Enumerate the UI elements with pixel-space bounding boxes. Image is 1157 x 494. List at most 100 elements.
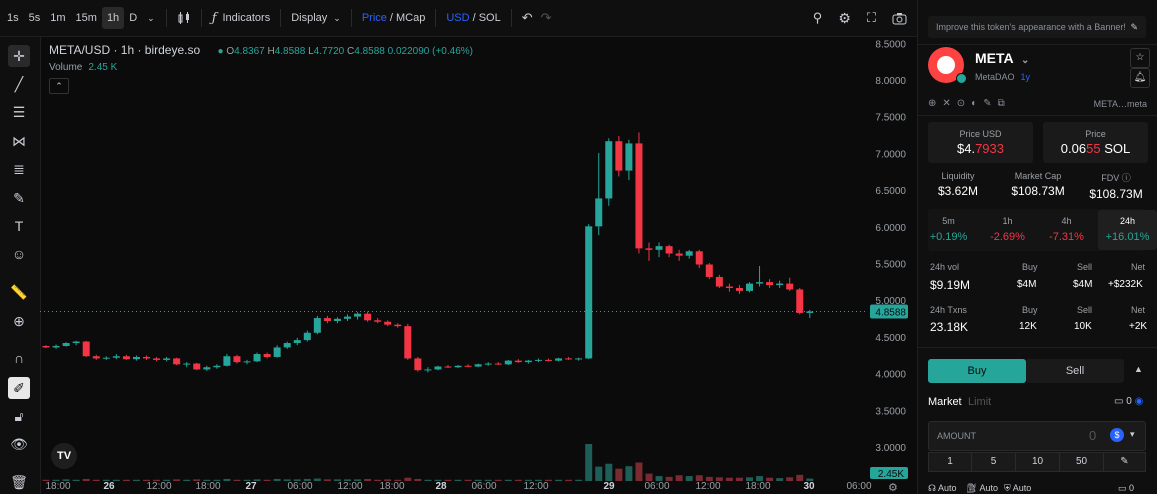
candle-body [555,358,563,361]
change-4h[interactable]: 4h -7.31% [1037,210,1096,250]
slippage-option[interactable]: ☊ Auto [928,483,957,494]
amount-input-box[interactable]: AMOUNT 0 $ ▾ [928,421,1146,451]
change-24h[interactable]: 24h +16.01% [1098,210,1157,250]
trash-icon[interactable]: 🗑︎ [8,471,30,493]
fdv-value: $108.73M [1089,187,1143,201]
quick-amount-10[interactable]: 10 [1015,452,1060,472]
price-option[interactable]: Price [362,12,387,24]
timeframe-15m[interactable]: 15m [71,7,102,29]
candle-body [143,356,150,359]
candle-body [132,356,140,360]
axis-settings-icon[interactable]: ⚙ [888,481,898,494]
timeframe-5s[interactable]: 5s [24,7,46,29]
chevron-down-icon[interactable]: ▾ [1130,429,1135,440]
bell-icon[interactable]: 🔔︎ [1130,68,1150,88]
pattern-icon[interactable]: ⋈ [8,130,30,152]
candle-body [344,316,351,319]
lock-drawing-icon[interactable]: ✐ [8,377,30,399]
redo-icon[interactable]: ↷ [537,10,556,26]
quick-amount-1[interactable]: 1 [928,452,972,472]
mcap-option[interactable]: / MCap [390,12,425,24]
candle-body [42,345,50,348]
display-button[interactable]: Display ⌄ [287,12,345,24]
magnet-icon[interactable]: ∩ [8,347,30,369]
token-address[interactable]: META…meta [1094,99,1147,109]
chevron-down-icon: ⌄ [1021,55,1030,66]
collapse-trade-icon[interactable]: ▲ [1134,364,1143,374]
currency-icon[interactable]: $ [1110,428,1124,442]
text-icon[interactable]: T [8,215,30,237]
change-5m[interactable]: 5m +0.19% [919,210,978,250]
usd-option[interactable]: USD [446,12,469,24]
candle-body [605,141,613,199]
quick-amount-50[interactable]: 50 [1059,452,1104,472]
change-label: 4h [1061,216,1072,226]
collapse-legend-button[interactable]: ⌃ [49,78,69,94]
timeframe-1m[interactable]: 1m [45,7,70,29]
indicators-button[interactable]: ƒ Indicators [208,11,275,26]
edit-amounts-icon[interactable]: ✎ [1103,452,1146,472]
wallet-balance[interactable]: ▭ 0 ◉ [1114,396,1143,407]
timeframe-1h[interactable]: 1h [101,7,125,29]
web-icon[interactable]: ⊕ [928,98,942,109]
sol-option[interactable]: / SOL [473,12,501,24]
edit-link-icon[interactable]: ✎ [983,98,997,109]
link-icon[interactable]: ⧉ [998,98,1011,109]
usd-sol-toggle[interactable]: USD / SOL [442,12,504,24]
quick-amount-5[interactable]: 5 [971,452,1016,472]
candle-body [776,283,784,286]
time-tick-label: 26 [103,481,115,492]
timeframe-d[interactable]: D [124,7,142,29]
txns-sell-label: Sell [1077,305,1093,315]
crosshair-icon[interactable]: ✛ [8,45,30,67]
liquidity-label: Liquidity [941,171,975,181]
token-name-button[interactable]: META ⌄ [975,50,1029,66]
zoom-in-icon[interactable]: ⊕ [8,310,30,332]
undo-icon[interactable]: ↶ [518,10,537,26]
brush-icon[interactable]: ✎ [8,187,30,209]
change-1h[interactable]: 1h -2.69% [978,210,1037,250]
x-icon[interactable]: ✕ [942,98,956,109]
mev-option[interactable]: ⛨ Auto [1004,483,1031,494]
coin-icon[interactable]: ◐ [971,98,983,109]
alert-search-icon[interactable]: ⚲ [809,10,827,26]
chart-toolbar: 1s 5s 1m 15m 1h D ⌄ ƒ Indicators Display… [0,0,917,37]
trendline-icon[interactable]: ╱ [8,73,30,95]
candle-body [715,276,723,287]
price-sol-prefix: 0.06 [1060,141,1087,156]
chart-link-icon[interactable]: ⊙ [957,98,971,109]
priority-option[interactable]: ⛽︎ Auto [966,483,998,494]
sell-tab[interactable]: Sell [1026,359,1124,383]
timeframe-dropdown-icon[interactable]: ⌄ [142,7,160,29]
lock-icon[interactable]: 🔓︎ [8,405,30,427]
price-chart[interactable]: 8.5000 8.0000 7.5000 7.0000 6.5000 6.0000 5.50… [40,37,910,481]
buy-tab[interactable]: Buy [928,359,1026,383]
price-mcap-toggle[interactable]: Price / MCap [358,12,430,24]
amount-value[interactable]: 0 [1089,428,1096,443]
banner-prompt[interactable]: Improve this token's appearance with a B… [928,16,1146,38]
limit-tab[interactable]: Limit [968,396,991,408]
current-volume-label: 2.45K [878,469,904,480]
screenshot-icon[interactable] [888,12,911,25]
ruler-icon[interactable]: 📏 [8,281,30,303]
token-org: MetaDAO [975,72,1015,82]
price-tick-label: 3.5000 [875,406,906,417]
market-tab[interactable]: Market [928,396,962,408]
candle-body [92,356,100,359]
candle-body [263,354,271,357]
fib-icon[interactable]: ≣ [8,158,30,180]
emoji-icon[interactable]: ☺ [8,243,30,265]
fullscreen-icon[interactable]: ⛶ [863,10,880,26]
eye-icon[interactable]: 👁︎ [8,433,30,455]
social-links[interactable]: ⊕✕⊙◐✎⧉ [928,98,1011,109]
candle-type-button[interactable] [173,11,195,25]
star-icon[interactable]: ☆ [1130,48,1150,68]
tradingview-logo[interactable]: TV [51,443,77,469]
divider [918,44,1157,45]
divider [165,9,167,27]
edit-icon[interactable]: ✎ [1130,16,1138,38]
horizontal-lines-icon[interactable]: ☰ [8,101,30,123]
timeframe-1s[interactable]: 1s [2,7,24,29]
tip-option[interactable]: ▭ 0 [1118,483,1134,494]
settings-icon[interactable]: ⚙ [834,10,855,27]
